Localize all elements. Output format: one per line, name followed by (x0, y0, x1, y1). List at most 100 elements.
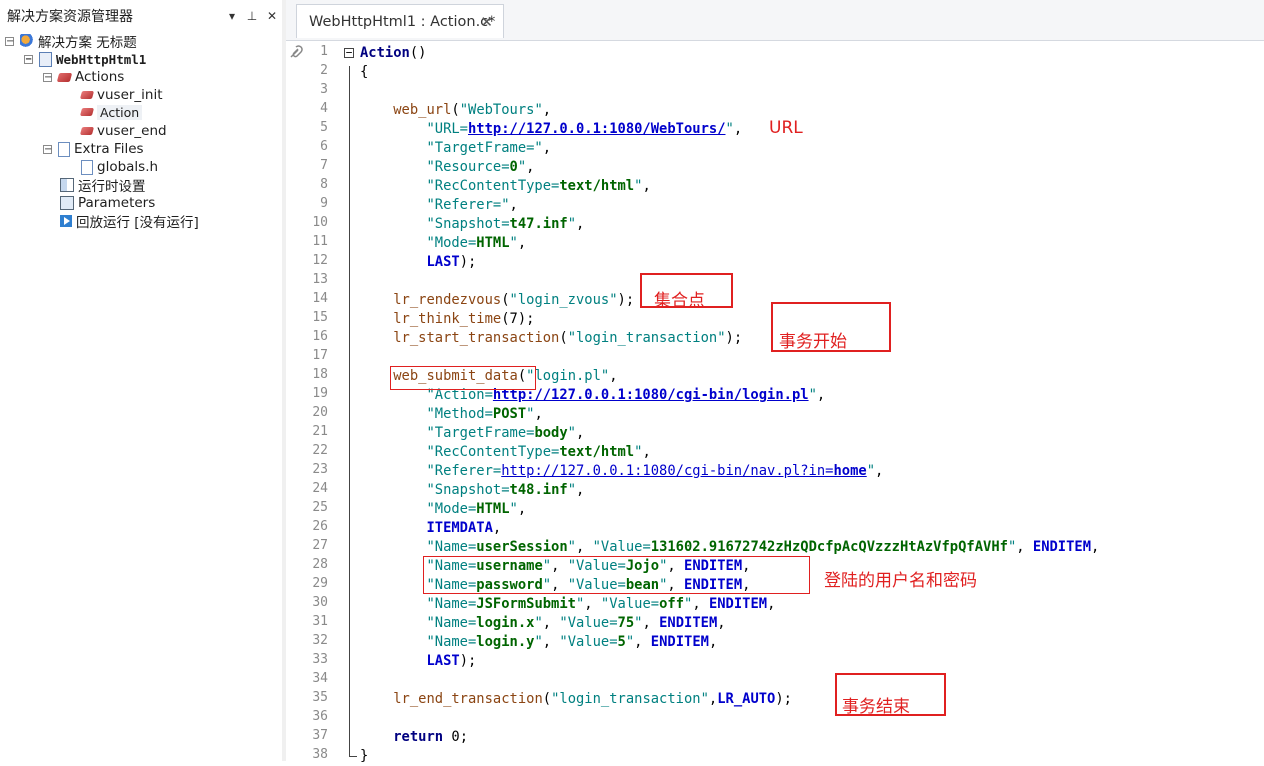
pin-icon[interactable]: ⊥ (242, 9, 262, 23)
code-line[interactable]: ITEMDATA, (360, 519, 501, 538)
code-line[interactable]: "Snapshot=t48.inf", (360, 481, 584, 500)
fold-guide (349, 66, 350, 756)
code-line[interactable]: lr_end_transaction("login_transaction",L… (360, 690, 792, 709)
tree-item-label: vuser_init (97, 87, 163, 103)
collapse-icon[interactable]: − (24, 54, 33, 64)
code-line[interactable]: LAST); (360, 253, 476, 272)
solution-icon (20, 34, 34, 48)
code-token: " (567, 482, 576, 498)
code-token: "TargetFrame=" (426, 140, 543, 156)
code-line[interactable]: "URL=http://127.0.0.1:1080/WebTours/", (360, 120, 742, 139)
code-line[interactable]: lr_rendezvous("login_zvous"); (360, 291, 634, 310)
code-line[interactable]: "Snapshot=t47.inf", (360, 215, 584, 234)
code-line[interactable]: "Name=login.y", "Value=5", ENDITEM, (360, 633, 717, 652)
code-line[interactable]: "RecContentType=text/html", (360, 443, 650, 462)
tree-item-action[interactable]: Action (79, 103, 143, 121)
code-token: , (534, 406, 543, 422)
collapse-icon[interactable]: − (43, 72, 52, 82)
dropdown-icon[interactable]: ▾ (222, 9, 242, 23)
tree-item-solution[interactable]: − 解决方案 无标题 (5, 32, 137, 51)
line-number: 21 (312, 424, 328, 439)
line-number: 12 (312, 253, 328, 268)
code-line[interactable]: return 0; (360, 728, 468, 747)
tree-item-runtime-settings[interactable]: 运行时设置 (60, 176, 146, 195)
annotation-transaction-end: 事务结束 (842, 697, 910, 717)
code-line[interactable]: "Method=POST", (360, 405, 543, 424)
tree-item-globals[interactable]: globals.h (81, 158, 158, 176)
code-token: ); (617, 292, 635, 308)
code-line[interactable]: "Referer=http://127.0.0.1:1080/cgi-bin/n… (360, 462, 883, 481)
code-token: off (659, 596, 684, 612)
fold-end (349, 756, 357, 757)
code-token: , (875, 463, 884, 479)
code-line[interactable]: "Name=userSession", "Value=131602.916727… (360, 538, 1099, 557)
code-line[interactable]: "Name=login.x", "Value=75", ENDITEM, (360, 614, 726, 633)
code-token: 5 (617, 634, 626, 650)
line-number: 34 (312, 671, 328, 686)
close-tab-icon[interactable]: ✕ (480, 13, 493, 31)
code-token: body (534, 425, 568, 441)
code-token: "Method= (426, 406, 493, 422)
code-line[interactable]: lr_think_time(7); (360, 310, 534, 329)
tree-item-actions[interactable]: − Actions (43, 68, 124, 86)
code-line[interactable]: lr_start_transaction("login_transaction"… (360, 329, 742, 348)
code-token: , (542, 615, 560, 631)
code-token: HTML (476, 501, 510, 517)
tree-item-vuser-end[interactable]: vuser_end (79, 122, 167, 140)
code-line[interactable]: LAST); (360, 652, 476, 671)
tab-action-c[interactable]: WebHttpHtml1 : Action.c* ✕ (296, 4, 504, 38)
code-line[interactable]: "TargetFrame=", (360, 139, 551, 158)
solution-explorer-title: 解决方案资源管理器 (7, 9, 133, 25)
code-token: return (393, 729, 452, 745)
fold-toggle-icon[interactable]: − (344, 47, 354, 58)
tree-item-vuser-init[interactable]: vuser_init (79, 86, 163, 104)
code-token: login.x (476, 615, 535, 631)
code-token: "Name= (426, 615, 477, 631)
code-token: 0 (509, 159, 518, 175)
tree-item-label: 回放运行 [没有运行] (76, 215, 199, 231)
code-line[interactable]: { (360, 63, 368, 82)
code-line[interactable]: "Resource=0", (360, 158, 534, 177)
parameters-icon (60, 196, 74, 210)
code-line[interactable]: "TargetFrame=body", (360, 424, 584, 443)
line-number: 22 (312, 443, 328, 458)
code-token: lr_think_time (393, 311, 502, 327)
code-line[interactable]: } (360, 747, 368, 766)
file-icon (81, 159, 93, 175)
code-token: , (816, 387, 826, 403)
code-line[interactable]: "Name=JSFormSubmit", "Value=off", ENDITE… (360, 595, 775, 614)
tree-item-parameters[interactable]: Parameters (60, 194, 155, 212)
code-line[interactable]: "Referer=", (360, 196, 517, 215)
code-token: POST (492, 406, 527, 422)
code-line[interactable]: web_url("WebTours", (360, 101, 551, 120)
script-icon (39, 51, 52, 67)
code-token: , (717, 615, 726, 631)
close-icon[interactable]: ✕ (262, 9, 282, 23)
tree-item-label: 运行时设置 (78, 179, 146, 195)
code-token: " (567, 425, 576, 441)
code-token: " (866, 463, 876, 479)
tree-item-replay[interactable]: 回放运行 [没有运行] (60, 212, 199, 231)
code-line[interactable]: Action() (360, 44, 426, 63)
tree-item-extra-files[interactable]: − Extra Files (43, 140, 144, 158)
code-token: web_url (393, 102, 452, 118)
code-token: "Mode= (426, 235, 477, 251)
collapse-icon[interactable]: − (43, 144, 52, 154)
line-number: 14 (312, 291, 328, 306)
tree-item-script[interactable]: − WebHttpHtml1 (24, 50, 146, 68)
code-line[interactable]: "Mode=HTML", (360, 500, 526, 519)
code-line[interactable]: "RecContentType=text/html", (360, 177, 650, 196)
code-token: , (634, 634, 651, 650)
code-line[interactable]: "Mode=HTML", (360, 234, 526, 253)
annotation-credentials: 登陆的用户名和密码 (824, 571, 977, 591)
collapse-icon[interactable]: − (5, 36, 14, 46)
